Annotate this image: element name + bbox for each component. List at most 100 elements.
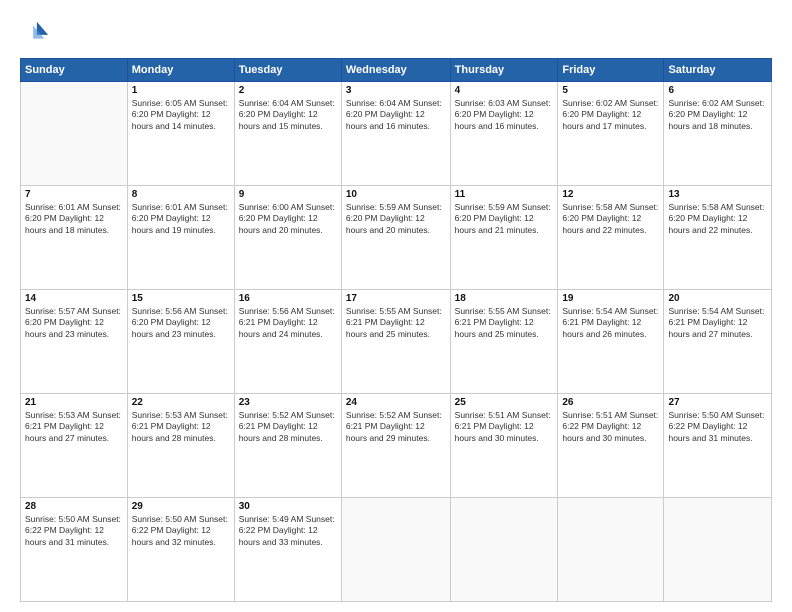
day-info: Sunrise: 5:52 AM Sunset: 6:21 PM Dayligh…	[239, 410, 337, 444]
day-info: Sunrise: 5:54 AM Sunset: 6:21 PM Dayligh…	[562, 306, 659, 340]
day-info: Sunrise: 6:05 AM Sunset: 6:20 PM Dayligh…	[132, 98, 230, 132]
day-number: 29	[132, 501, 230, 512]
logo	[20, 18, 54, 48]
day-number: 22	[132, 397, 230, 408]
calendar: SundayMondayTuesdayWednesdayThursdayFrid…	[20, 58, 772, 602]
calendar-cell: 7 Sunrise: 6:01 AM Sunset: 6:20 PM Daylig…	[21, 186, 128, 290]
weekday-header-sunday: Sunday	[21, 59, 128, 82]
calendar-cell: 20 Sunrise: 5:54 AM Sunset: 6:21 PM Dayli…	[664, 290, 772, 394]
day-info: Sunrise: 5:51 AM Sunset: 6:22 PM Dayligh…	[562, 410, 659, 444]
day-info: Sunrise: 5:56 AM Sunset: 6:21 PM Dayligh…	[239, 306, 337, 340]
calendar-cell: 30Sunrise: 5:49 AM Sunset: 6:22 PM Dayli…	[234, 498, 341, 602]
calendar-table: SundayMondayTuesdayWednesdayThursdayFrid…	[20, 58, 772, 602]
day-number: 20	[668, 293, 767, 304]
calendar-cell: 21 Sunrise: 5:53 AM Sunset: 6:21 PM Dayli…	[21, 394, 128, 498]
calendar-cell: 10 Sunrise: 5:59 AM Sunset: 6:20 PM Dayli…	[341, 186, 450, 290]
day-info: Sunrise: 5:50 AM Sunset: 6:22 PM Dayligh…	[25, 514, 123, 548]
day-number: 27	[668, 397, 767, 408]
day-info: Sunrise: 5:57 AM Sunset: 6:20 PM Dayligh…	[25, 306, 123, 340]
calendar-cell: 27 Sunrise: 5:50 AM Sunset: 6:22 PM Dayli…	[664, 394, 772, 498]
calendar-cell	[664, 498, 772, 602]
calendar-cell: 29Sunrise: 5:50 AM Sunset: 6:22 PM Dayli…	[127, 498, 234, 602]
day-info: Sunrise: 5:58 AM Sunset: 6:20 PM Dayligh…	[562, 202, 659, 236]
weekday-header-thursday: Thursday	[450, 59, 558, 82]
day-number: 9	[239, 189, 337, 200]
calendar-cell: 17 Sunrise: 5:55 AM Sunset: 6:21 PM Dayli…	[341, 290, 450, 394]
calendar-cell	[450, 498, 558, 602]
logo-icon	[20, 18, 50, 48]
day-info: Sunrise: 6:03 AM Sunset: 6:20 PM Dayligh…	[455, 98, 554, 132]
day-number: 8	[132, 189, 230, 200]
day-number: 4	[455, 85, 554, 96]
day-info: Sunrise: 6:02 AM Sunset: 6:20 PM Dayligh…	[668, 98, 767, 132]
week-row-1: 1 Sunrise: 6:05 AM Sunset: 6:20 PM Daylig…	[21, 82, 772, 186]
day-number: 24	[346, 397, 446, 408]
week-row-2: 7 Sunrise: 6:01 AM Sunset: 6:20 PM Daylig…	[21, 186, 772, 290]
calendar-cell: 16 Sunrise: 5:56 AM Sunset: 6:21 PM Dayli…	[234, 290, 341, 394]
calendar-cell: 9 Sunrise: 6:00 AM Sunset: 6:20 PM Daylig…	[234, 186, 341, 290]
day-number: 28	[25, 501, 123, 512]
day-info: Sunrise: 6:01 AM Sunset: 6:20 PM Dayligh…	[132, 202, 230, 236]
calendar-cell: 15 Sunrise: 5:56 AM Sunset: 6:20 PM Dayli…	[127, 290, 234, 394]
day-number: 21	[25, 397, 123, 408]
calendar-cell: 1 Sunrise: 6:05 AM Sunset: 6:20 PM Daylig…	[127, 82, 234, 186]
day-number: 25	[455, 397, 554, 408]
day-number: 23	[239, 397, 337, 408]
weekday-header-tuesday: Tuesday	[234, 59, 341, 82]
day-number: 17	[346, 293, 446, 304]
day-info: Sunrise: 6:00 AM Sunset: 6:20 PM Dayligh…	[239, 202, 337, 236]
day-number: 15	[132, 293, 230, 304]
day-info: Sunrise: 5:56 AM Sunset: 6:20 PM Dayligh…	[132, 306, 230, 340]
calendar-cell: 6Sunrise: 6:02 AM Sunset: 6:20 PM Daylig…	[664, 82, 772, 186]
calendar-cell: 26Sunrise: 5:51 AM Sunset: 6:22 PM Dayli…	[558, 394, 664, 498]
calendar-cell	[341, 498, 450, 602]
calendar-cell: 22 Sunrise: 5:53 AM Sunset: 6:21 PM Dayli…	[127, 394, 234, 498]
calendar-cell: 3Sunrise: 6:04 AM Sunset: 6:20 PM Daylig…	[341, 82, 450, 186]
day-number: 18	[455, 293, 554, 304]
day-info: Sunrise: 5:50 AM Sunset: 6:22 PM Dayligh…	[668, 410, 767, 444]
header	[20, 18, 772, 48]
day-number: 5	[562, 85, 659, 96]
day-info: Sunrise: 5:59 AM Sunset: 6:20 PM Dayligh…	[346, 202, 446, 236]
calendar-cell: 25 Sunrise: 5:51 AM Sunset: 6:21 PM Dayli…	[450, 394, 558, 498]
week-row-4: 21 Sunrise: 5:53 AM Sunset: 6:21 PM Dayli…	[21, 394, 772, 498]
calendar-cell: 23 Sunrise: 5:52 AM Sunset: 6:21 PM Dayli…	[234, 394, 341, 498]
page: SundayMondayTuesdayWednesdayThursdayFrid…	[0, 0, 792, 612]
day-number: 2	[239, 85, 337, 96]
calendar-cell	[21, 82, 128, 186]
day-number: 7	[25, 189, 123, 200]
day-info: Sunrise: 6:04 AM Sunset: 6:20 PM Dayligh…	[239, 98, 337, 132]
day-number: 11	[455, 189, 554, 200]
weekday-header-wednesday: Wednesday	[341, 59, 450, 82]
day-info: Sunrise: 5:53 AM Sunset: 6:21 PM Dayligh…	[132, 410, 230, 444]
calendar-cell: 24 Sunrise: 5:52 AM Sunset: 6:21 PM Dayli…	[341, 394, 450, 498]
calendar-cell: 8 Sunrise: 6:01 AM Sunset: 6:20 PM Daylig…	[127, 186, 234, 290]
day-info: Sunrise: 5:52 AM Sunset: 6:21 PM Dayligh…	[346, 410, 446, 444]
calendar-cell: 11 Sunrise: 5:59 AM Sunset: 6:20 PM Dayli…	[450, 186, 558, 290]
day-info: Sunrise: 5:59 AM Sunset: 6:20 PM Dayligh…	[455, 202, 554, 236]
weekday-header-monday: Monday	[127, 59, 234, 82]
day-info: Sunrise: 5:55 AM Sunset: 6:21 PM Dayligh…	[346, 306, 446, 340]
day-number: 16	[239, 293, 337, 304]
weekday-header-saturday: Saturday	[664, 59, 772, 82]
day-number: 19	[562, 293, 659, 304]
calendar-cell: 2 Sunrise: 6:04 AM Sunset: 6:20 PM Daylig…	[234, 82, 341, 186]
calendar-cell: 5 Sunrise: 6:02 AM Sunset: 6:20 PM Daylig…	[558, 82, 664, 186]
day-info: Sunrise: 5:58 AM Sunset: 6:20 PM Dayligh…	[668, 202, 767, 236]
day-info: Sunrise: 5:51 AM Sunset: 6:21 PM Dayligh…	[455, 410, 554, 444]
day-info: Sunrise: 6:02 AM Sunset: 6:20 PM Dayligh…	[562, 98, 659, 132]
day-info: Sunrise: 5:54 AM Sunset: 6:21 PM Dayligh…	[668, 306, 767, 340]
day-number: 1	[132, 85, 230, 96]
day-number: 30	[239, 501, 337, 512]
week-row-5: 28 Sunrise: 5:50 AM Sunset: 6:22 PM Dayli…	[21, 498, 772, 602]
weekday-header-row: SundayMondayTuesdayWednesdayThursdayFrid…	[21, 59, 772, 82]
day-info: Sunrise: 5:53 AM Sunset: 6:21 PM Dayligh…	[25, 410, 123, 444]
calendar-cell: 14Sunrise: 5:57 AM Sunset: 6:20 PM Dayli…	[21, 290, 128, 394]
day-info: Sunrise: 6:01 AM Sunset: 6:20 PM Dayligh…	[25, 202, 123, 236]
day-info: Sunrise: 5:55 AM Sunset: 6:21 PM Dayligh…	[455, 306, 554, 340]
calendar-cell: 19 Sunrise: 5:54 AM Sunset: 6:21 PM Dayli…	[558, 290, 664, 394]
day-number: 10	[346, 189, 446, 200]
week-row-3: 14Sunrise: 5:57 AM Sunset: 6:20 PM Dayli…	[21, 290, 772, 394]
weekday-header-friday: Friday	[558, 59, 664, 82]
day-number: 12	[562, 189, 659, 200]
